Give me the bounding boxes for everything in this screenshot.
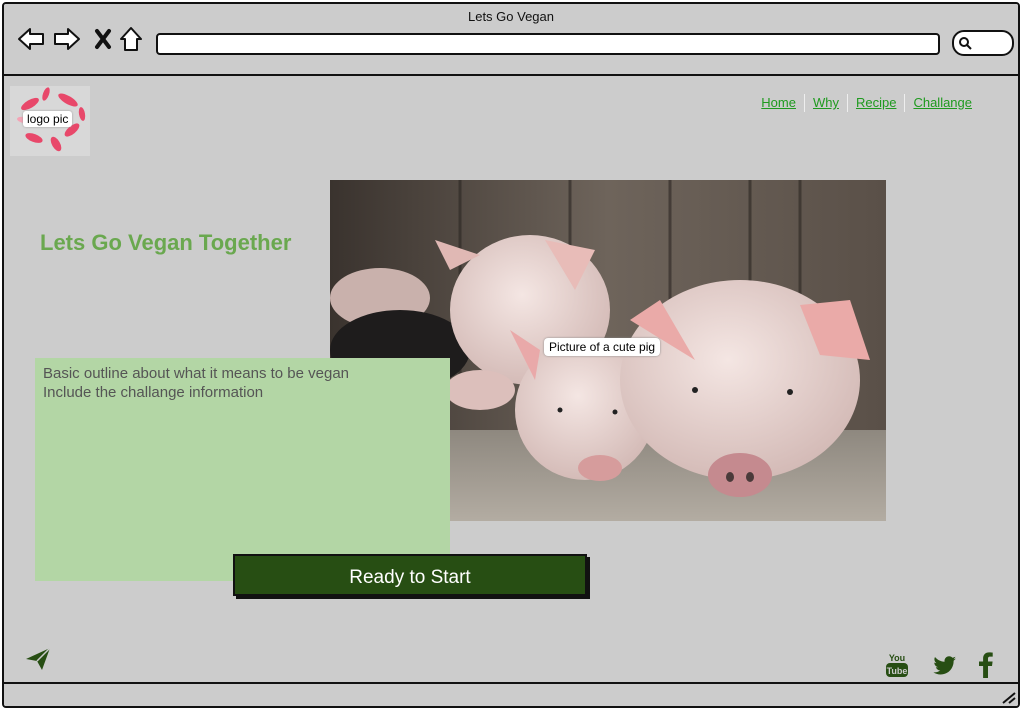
hero-image-label: Picture of a cute pig [544, 338, 661, 356]
intro-line: Basic outline about what it means to be … [43, 365, 350, 382]
status-bar [4, 682, 1018, 706]
address-bar[interactable] [156, 33, 940, 55]
nav-link-why[interactable]: Why [803, 94, 847, 112]
intro-textbox: Basic outline about what it means to be … [35, 358, 450, 581]
logo[interactable]: logo pic [10, 86, 90, 156]
search-icon [959, 37, 972, 50]
page-headline: Lets Go Vegan Together [40, 230, 292, 255]
facebook-icon[interactable] [979, 652, 993, 683]
browser-titlebar: Lets Go Vegan [4, 4, 1018, 76]
nav-link-home[interactable]: Home [753, 94, 804, 112]
back-arrow-icon[interactable] [16, 24, 46, 54]
x-close-icon[interactable] [88, 24, 118, 54]
send-icon[interactable] [24, 646, 52, 677]
nav-link-challange[interactable]: Challange [904, 94, 980, 112]
forward-arrow-icon[interactable] [52, 24, 82, 54]
youtube-icon[interactable]: You Tube [886, 651, 908, 684]
logo-label: logo pic [23, 111, 73, 127]
nav-link-recipe[interactable]: Recipe [846, 94, 904, 112]
twitter-icon[interactable] [933, 656, 957, 681]
youtube-icon-text-bottom: Tube [887, 666, 908, 676]
resize-handle-icon[interactable] [1000, 690, 1016, 704]
intro-line: Include the challange information [43, 384, 264, 401]
ready-to-start-button[interactable]: Ready to Start [233, 554, 587, 596]
browser-window: Lets Go Vegan logo pic Home Why Recipe C… [2, 2, 1020, 708]
search-field[interactable] [952, 30, 1014, 56]
page-content: logo pic Home Why Recipe Challange Lets … [4, 76, 1018, 682]
window-title: Lets Go Vegan [467, 9, 554, 24]
youtube-icon-text-top: You [889, 653, 905, 663]
main-nav: Home Why Recipe Challange [753, 94, 980, 112]
home-icon[interactable] [116, 24, 146, 54]
